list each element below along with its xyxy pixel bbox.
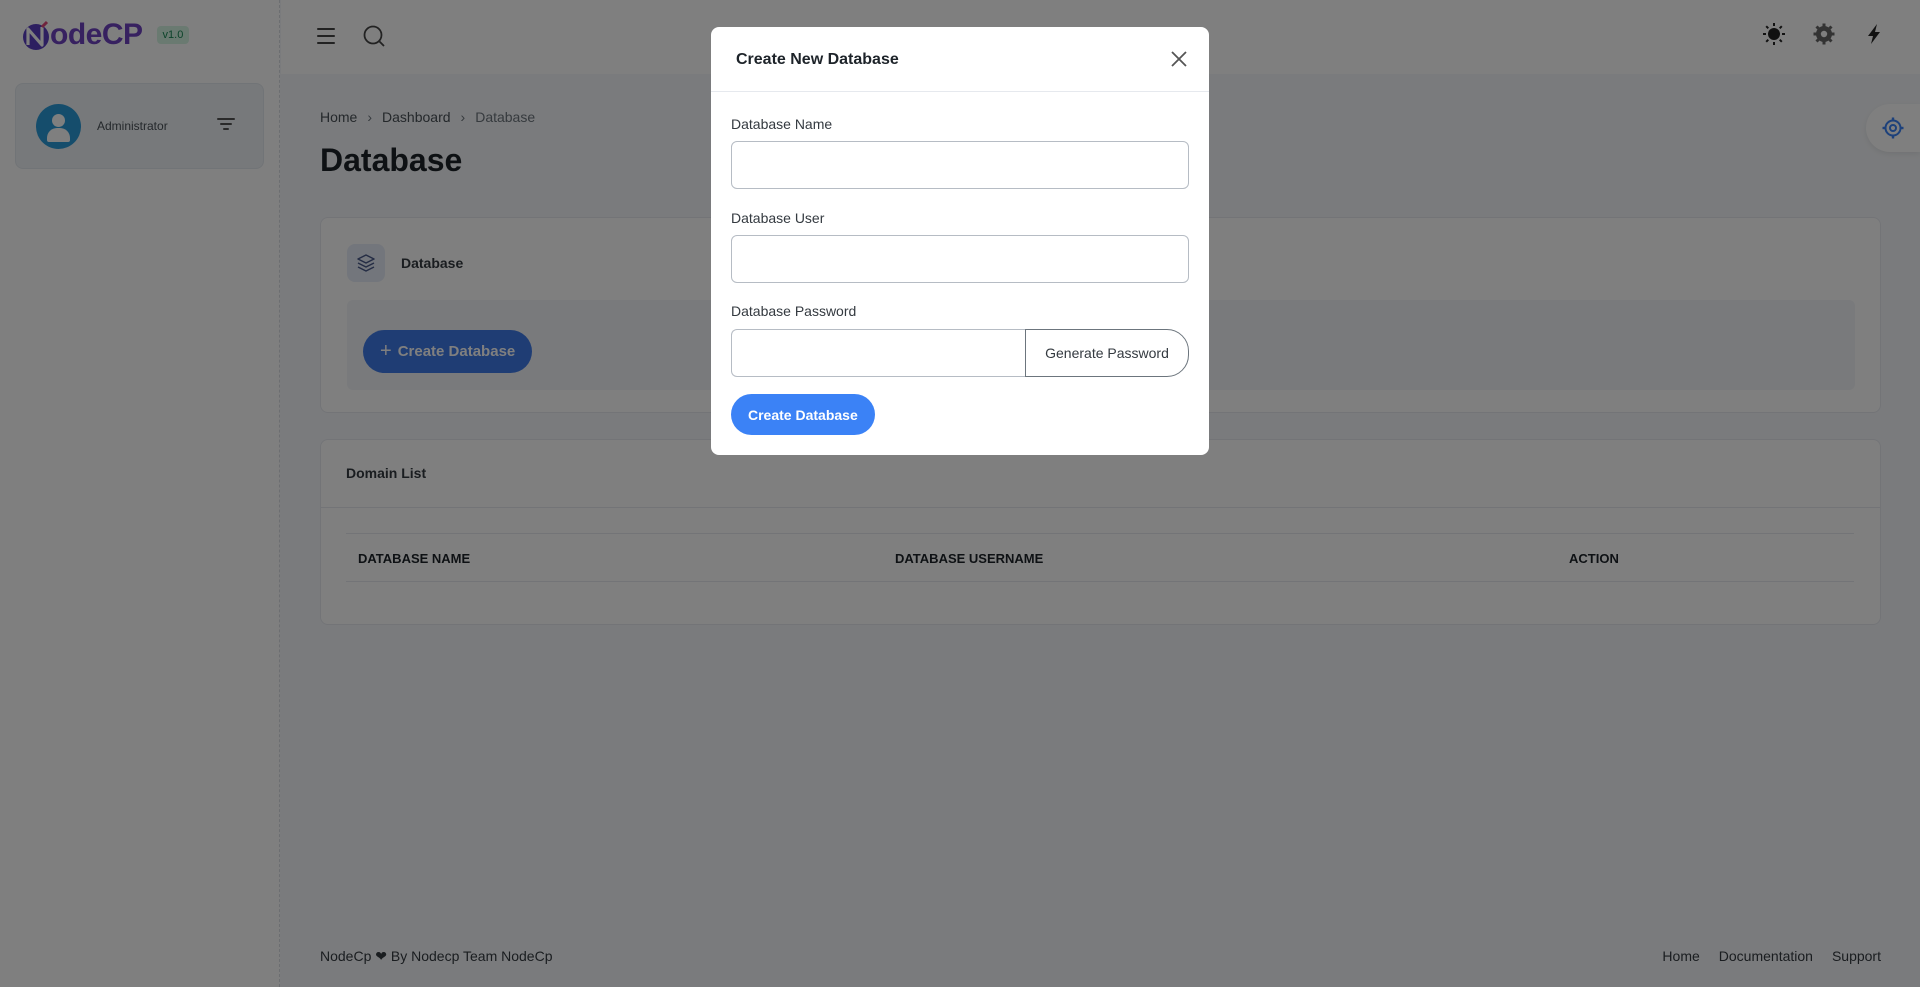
generate-password-button[interactable]: Generate Password <box>1025 329 1189 377</box>
database-name-input[interactable] <box>731 141 1189 189</box>
database-password-label: Database Password <box>731 303 857 319</box>
modal-title: Create New Database <box>736 51 899 68</box>
close-icon[interactable] <box>1169 49 1189 69</box>
database-name-label: Database Name <box>731 116 833 132</box>
submit-create-database-button[interactable]: Create Database <box>731 394 875 435</box>
database-user-label: Database User <box>731 210 825 226</box>
database-password-input[interactable] <box>731 329 1026 377</box>
database-user-input[interactable] <box>731 235 1189 283</box>
create-database-modal: Create New Database Database Name Databa… <box>711 27 1209 455</box>
